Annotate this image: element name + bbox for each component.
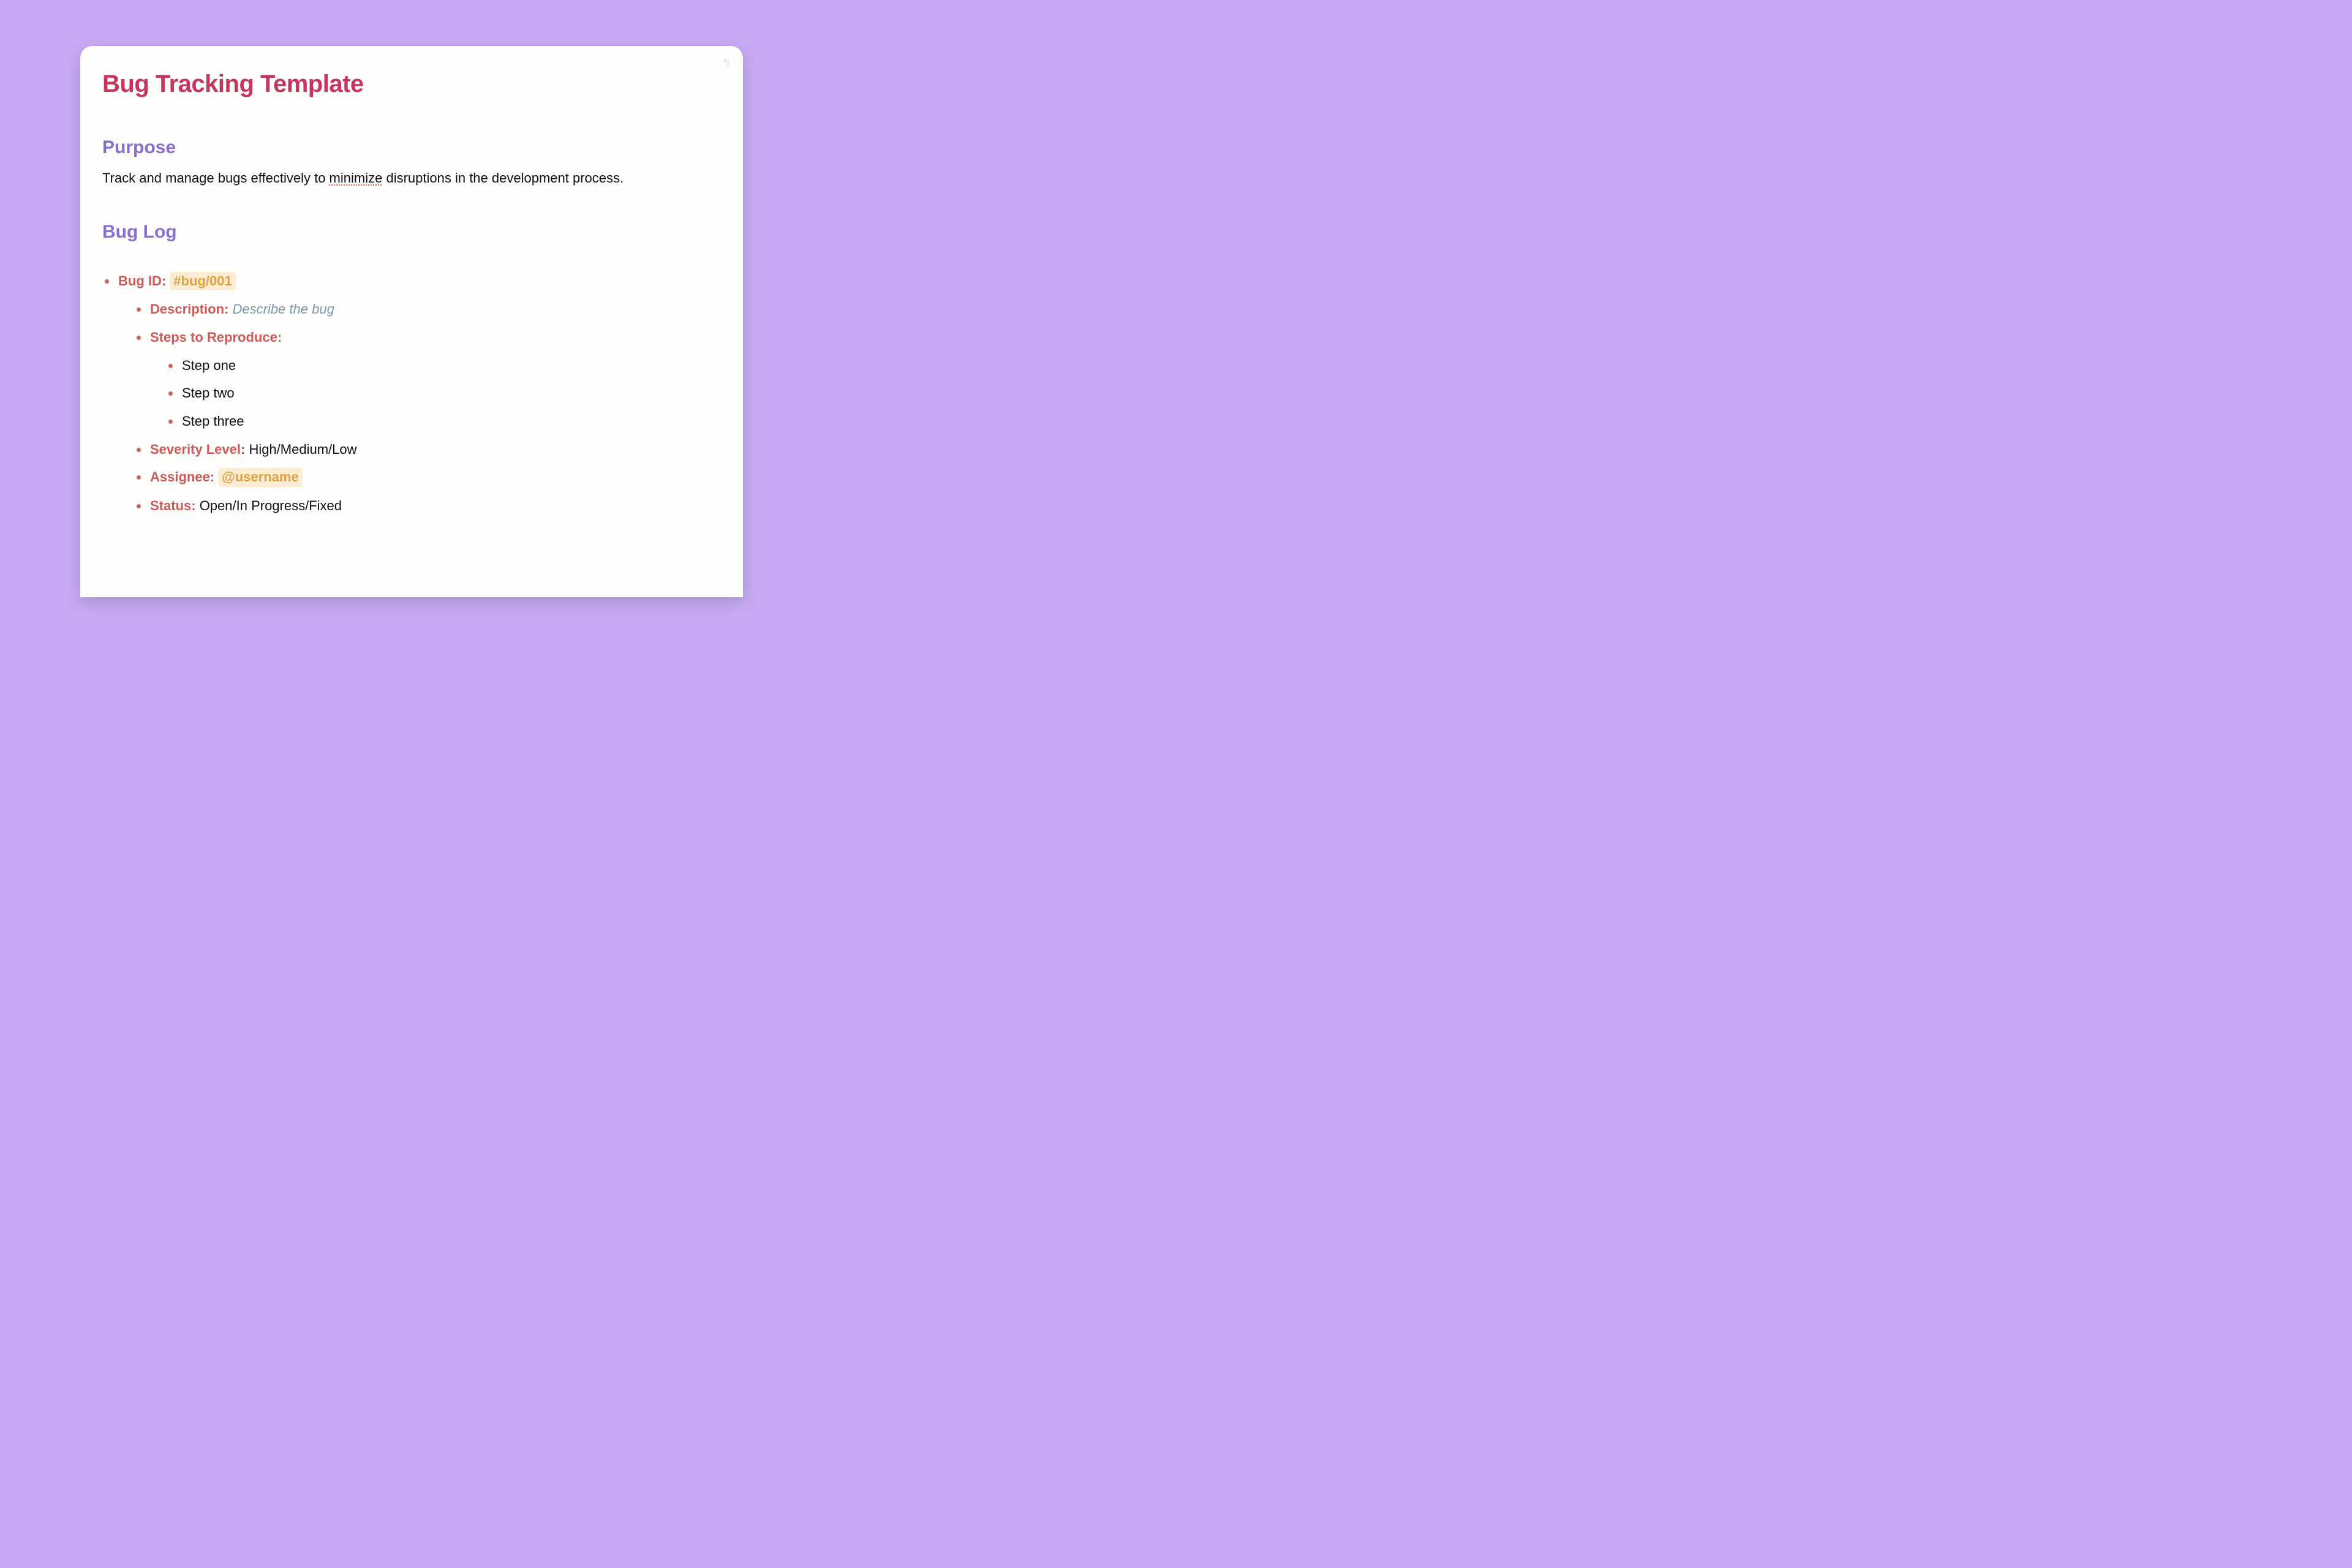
purpose-underlined-word: minimize bbox=[330, 170, 383, 186]
bug-id-pill: #bug/001 bbox=[170, 272, 235, 291]
list-item-assignee: Assignee: @username bbox=[134, 468, 721, 487]
purpose-text-before: Track and manage bugs effectively to bbox=[102, 170, 330, 186]
purpose-text-after: disruptions in the development process. bbox=[382, 170, 624, 186]
field-label-description: Description: bbox=[150, 301, 228, 317]
document-card: ¶ Bug Tracking Template Purpose Track an… bbox=[80, 46, 743, 597]
field-label-severity: Severity Level: bbox=[150, 442, 245, 457]
step-text: Step three bbox=[182, 413, 244, 429]
list-item-severity: Severity Level: High/Medium/Low bbox=[134, 440, 721, 459]
bug-log-list: Bug ID: #bug/001 Description: Describe t… bbox=[102, 272, 721, 515]
page-title: Bug Tracking Template bbox=[102, 70, 721, 98]
list-item-step: Step three bbox=[166, 412, 721, 431]
list-item-step: Step two bbox=[166, 384, 721, 402]
list-item-steps: Steps to Reproduce: Step one Step two St… bbox=[134, 328, 721, 431]
list-item-step: Step one bbox=[166, 356, 721, 375]
list-item-status: Status: Open/In Progress/Fixed bbox=[134, 497, 721, 515]
field-label-bug-id: Bug ID: bbox=[118, 273, 166, 288]
purpose-paragraph: Track and manage bugs effectively to min… bbox=[102, 169, 721, 187]
field-label-status: Status: bbox=[150, 498, 196, 513]
section-heading-purpose: Purpose bbox=[102, 137, 721, 158]
pilcrow-icon: ¶ bbox=[723, 57, 729, 70]
section-heading-buglog: Bug Log bbox=[102, 222, 721, 243]
list-item-description: Description: Describe the bug bbox=[134, 300, 721, 318]
step-text: Step one bbox=[182, 358, 236, 373]
step-text: Step two bbox=[182, 385, 235, 401]
field-label-steps: Steps to Reproduce: bbox=[150, 330, 282, 345]
list-item-bug-id: Bug ID: #bug/001 Description: Describe t… bbox=[102, 272, 721, 515]
description-placeholder: Describe the bug bbox=[232, 301, 334, 317]
status-value: Open/In Progress/Fixed bbox=[200, 498, 342, 513]
assignee-pill: @username bbox=[218, 468, 302, 487]
severity-value: High/Medium/Low bbox=[249, 442, 356, 457]
field-label-assignee: Assignee: bbox=[150, 469, 214, 484]
